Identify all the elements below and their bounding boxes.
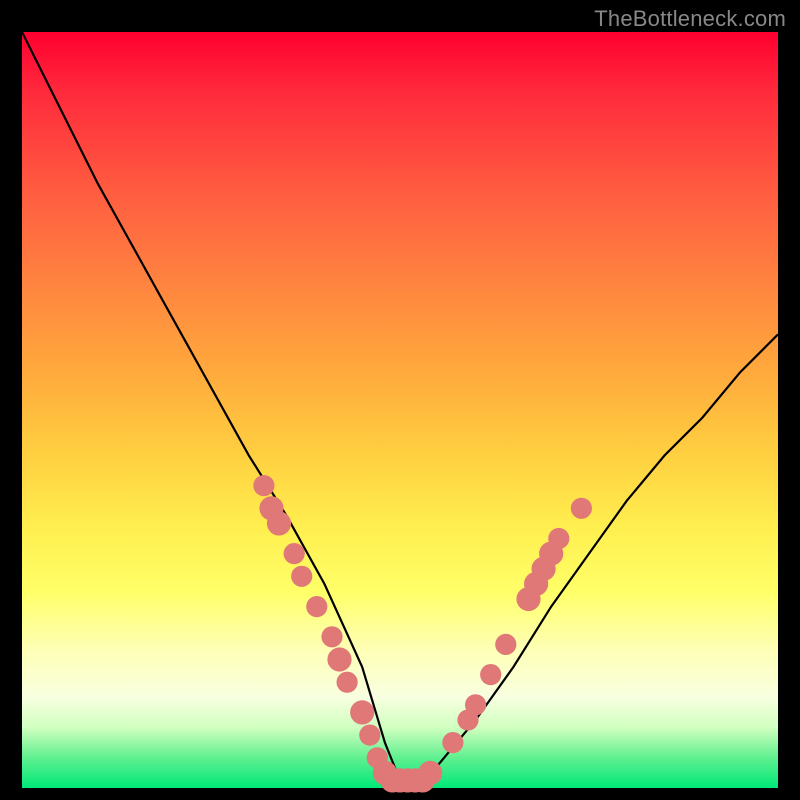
chart-svg (22, 32, 778, 788)
chart-marker (267, 511, 291, 535)
chart-marker (465, 694, 486, 715)
chart-markers (253, 475, 592, 793)
chart-marker (284, 543, 305, 564)
chart-marker (442, 732, 463, 753)
chart-marker (253, 475, 274, 496)
chart-marker (359, 725, 380, 746)
chart-marker (418, 761, 442, 785)
chart-marker (321, 626, 342, 647)
bottleneck-curve-line (22, 32, 778, 780)
chart-marker (291, 566, 312, 587)
chart-marker (548, 528, 569, 549)
chart-marker (350, 700, 374, 724)
chart-marker (571, 498, 592, 519)
chart-marker (327, 647, 351, 671)
chart-marker (337, 672, 358, 693)
chart-plot-area (22, 32, 778, 788)
watermark-text: TheBottleneck.com (594, 6, 786, 32)
chart-marker (480, 664, 501, 685)
chart-marker (495, 634, 516, 655)
chart-marker (306, 596, 327, 617)
